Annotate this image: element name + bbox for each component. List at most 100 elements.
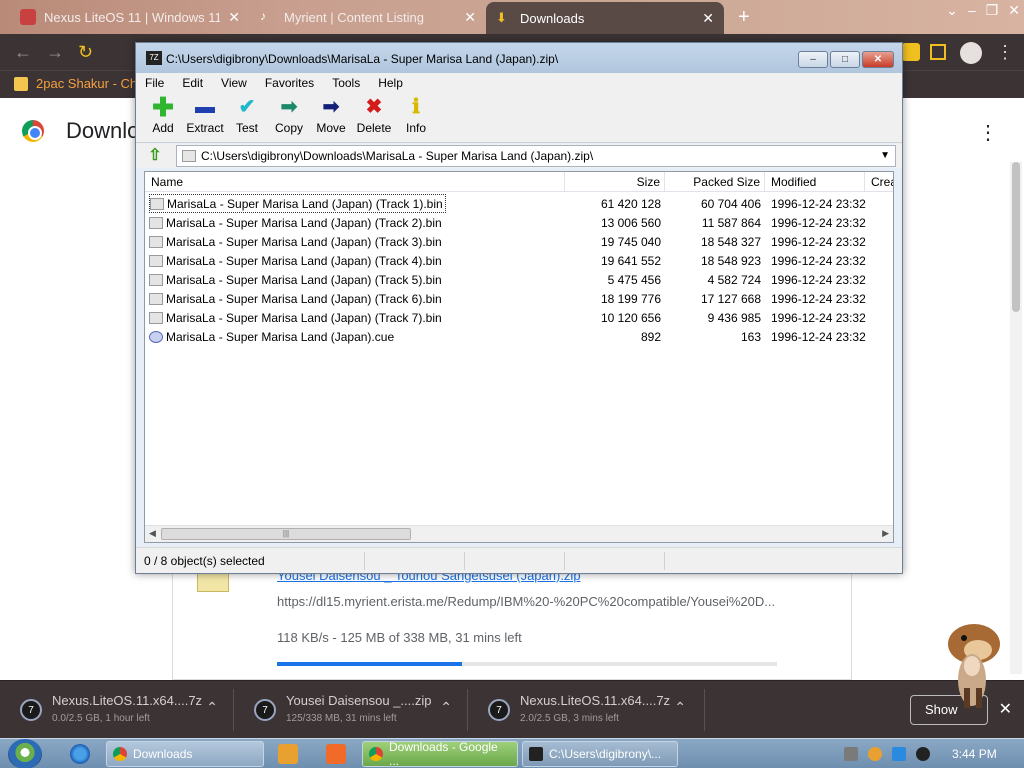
tab-nexus-liteos[interactable]: Nexus LiteOS 11 | Windows 11 L ✕ xyxy=(10,2,250,32)
chevron-up-icon[interactable]: ⌃ xyxy=(206,699,218,716)
tray-network-icon[interactable] xyxy=(892,747,906,761)
minimize-button[interactable]: – xyxy=(798,51,828,68)
bin-file-icon xyxy=(149,273,163,286)
menu-edit[interactable]: Edit xyxy=(173,73,212,93)
page-scrollbar[interactable] xyxy=(1010,162,1022,674)
file-modified: 1996-12-24 23:32 xyxy=(771,292,866,306)
menu-bar: File Edit View Favorites Tools Help xyxy=(136,73,902,93)
browser-window-controls: ⌄ – ❐ ✕ xyxy=(946,2,1020,19)
myrient-favicon-icon: ♪ xyxy=(260,9,266,23)
chevron-up-icon[interactable]: ⌃ xyxy=(440,699,452,716)
start-button-icon[interactable] xyxy=(8,739,42,768)
close-icon[interactable]: ✕ xyxy=(1008,2,1020,19)
shelf-item[interactable]: 7 Nexus.LiteOS.11.x64....7z 2.0/2.5 GB, … xyxy=(472,689,694,731)
tray-volume-icon[interactable] xyxy=(916,747,930,761)
tray-search-icon[interactable] xyxy=(868,747,882,761)
media-player-icon[interactable] xyxy=(278,744,298,764)
file-row[interactable]: MarisaLa - Super Marisa Land (Japan) (Tr… xyxy=(145,232,893,251)
column-header-packed-size[interactable]: Packed Size xyxy=(665,172,765,192)
file-row[interactable]: MarisaLa - Super Marisa Land (Japan) (Tr… xyxy=(145,308,893,327)
maximize-button[interactable]: □ xyxy=(830,51,860,68)
scroll-left-icon[interactable]: ◀ xyxy=(149,528,156,539)
close-button[interactable]: ✕ xyxy=(862,51,894,68)
copy-button[interactable]: ➡ Copy xyxy=(268,95,310,141)
taskbar-button-chrome[interactable]: Downloads - Google ... xyxy=(362,740,518,768)
reading-list-icon[interactable] xyxy=(930,44,946,60)
folder-up-icon[interactable]: ⇧ xyxy=(146,147,164,165)
file-name: MarisaLa - Super Marisa Land (Japan) (Tr… xyxy=(166,253,442,268)
close-tab-icon[interactable]: ✕ xyxy=(702,10,714,27)
file-row[interactable]: MarisaLa - Super Marisa Land (Japan) (Tr… xyxy=(145,289,893,308)
path-input[interactable]: C:\Users\digibrony\Downloads\MarisaLa - … xyxy=(176,145,896,167)
chevron-up-icon[interactable]: ⌃ xyxy=(674,699,686,716)
file-name: MarisaLa - Super Marisa Land (Japan) (Tr… xyxy=(167,196,443,211)
column-header-created[interactable]: Crea xyxy=(865,172,893,192)
shelf-item[interactable]: 7 Nexus.LiteOS.11.x64....7z 0.0/2.5 GB, … xyxy=(4,689,226,731)
scrollbar-thumb[interactable] xyxy=(1012,162,1020,312)
close-tab-icon[interactable]: ✕ xyxy=(228,9,240,26)
menu-favorites[interactable]: Favorites xyxy=(256,73,323,93)
file-modified: 1996-12-24 23:32 xyxy=(771,330,866,344)
page-menu-icon[interactable]: ⋮ xyxy=(978,120,998,145)
file-row[interactable]: MarisaLa - Super Marisa Land (Japan) (Tr… xyxy=(145,213,893,232)
move-button[interactable]: ➡ Move xyxy=(310,95,352,141)
scrollbar-thumb[interactable]: ||| xyxy=(161,528,411,540)
archive-path-icon xyxy=(182,150,196,162)
file-row[interactable]: MarisaLa - Super Marisa Land (Japan).cue… xyxy=(145,327,893,346)
file-row[interactable]: MarisaLa - Super Marisa Land (Japan) (Tr… xyxy=(145,270,893,289)
menu-tools[interactable]: Tools xyxy=(323,73,369,93)
chevron-down-icon[interactable]: ▼ xyxy=(880,150,890,161)
taskbar-button-7zip[interactable]: C:\Users\digibrony\... xyxy=(522,741,678,767)
7zip-titlebar[interactable]: 7Z C:\Users\digibrony\Downloads\MarisaLa… xyxy=(136,43,902,73)
windows-taskbar: Downloads Downloads - Google ... C:\User… xyxy=(0,738,1024,768)
menu-view[interactable]: View xyxy=(212,73,256,93)
add-button[interactable]: ✚ Add xyxy=(142,94,184,141)
file-packed-size: 60 704 406 xyxy=(700,197,761,211)
file-row[interactable]: MarisaLa - Super Marisa Land (Japan) (Tr… xyxy=(145,251,893,270)
file-size: 892 xyxy=(640,330,661,344)
reload-icon[interactable]: ↻ xyxy=(78,42,93,63)
tray-app-icon[interactable] xyxy=(844,747,858,761)
tab-myrient[interactable]: ♪ Myrient | Content Listing ✕ xyxy=(250,2,486,32)
app-icon[interactable] xyxy=(326,744,346,764)
back-arrow-icon[interactable]: ← xyxy=(14,42,32,63)
close-tab-icon[interactable]: ✕ xyxy=(464,9,476,26)
new-tab-button[interactable]: + xyxy=(738,6,750,29)
browser-menu-icon[interactable]: ⋮ xyxy=(996,42,1014,63)
column-header-size[interactable]: Size xyxy=(565,172,665,192)
file-size: 5 475 456 xyxy=(607,273,661,287)
file-row[interactable]: MarisaLa - Super Marisa Land (Japan) (Tr… xyxy=(145,194,893,213)
extension-icon[interactable] xyxy=(902,43,920,61)
tool-label: Test xyxy=(235,121,258,135)
profile-avatar-icon[interactable] xyxy=(960,42,982,64)
extract-button[interactable]: ▬ Extract xyxy=(184,95,226,141)
internet-explorer-icon[interactable] xyxy=(70,744,90,764)
info-icon: ℹ xyxy=(412,96,420,118)
column-header-modified[interactable]: Modified xyxy=(765,172,865,192)
taskbar-clock[interactable]: 3:44 PM xyxy=(952,747,997,761)
tool-label: Info xyxy=(405,121,426,135)
file-modified: 1996-12-24 23:32 xyxy=(771,254,866,268)
menu-help[interactable]: Help xyxy=(369,73,412,93)
file-packed-size: 17 127 668 xyxy=(700,292,761,306)
taskbar-button-downloads[interactable]: Downloads xyxy=(106,741,264,767)
tool-label: Extract xyxy=(186,121,224,135)
info-button[interactable]: ℹ Info xyxy=(395,95,437,141)
restore-icon[interactable]: ❐ xyxy=(986,2,999,19)
shelf-item-status: 0.0/2.5 GB, 1 hour left xyxy=(52,713,150,724)
test-button[interactable]: ✔ Test xyxy=(226,95,268,141)
bookmark-2pac[interactable]: 2pac Shakur - Chro xyxy=(14,76,149,91)
horizontal-scrollbar[interactable]: ◀ ||| ▶ xyxy=(145,525,893,542)
hamster-sticker-image xyxy=(948,624,1000,708)
menu-file[interactable]: File xyxy=(136,73,173,93)
delete-button[interactable]: ✖ Delete xyxy=(353,95,395,141)
scroll-right-icon[interactable]: ▶ xyxy=(882,528,889,539)
shelf-item[interactable]: 7 Yousei Daisensou _....zip 125/338 MB, … xyxy=(238,689,460,731)
minimize-icon[interactable]: – xyxy=(968,2,976,19)
column-header-name[interactable]: Name xyxy=(145,172,565,192)
7zip-app-icon: 7Z xyxy=(146,51,162,65)
file-modified: 1996-12-24 23:32 xyxy=(771,235,866,249)
tab-downloads[interactable]: ⬇ Downloads ✕ xyxy=(486,2,724,34)
forward-arrow-icon[interactable]: → xyxy=(46,42,64,63)
chevron-down-icon[interactable]: ⌄ xyxy=(946,2,958,19)
